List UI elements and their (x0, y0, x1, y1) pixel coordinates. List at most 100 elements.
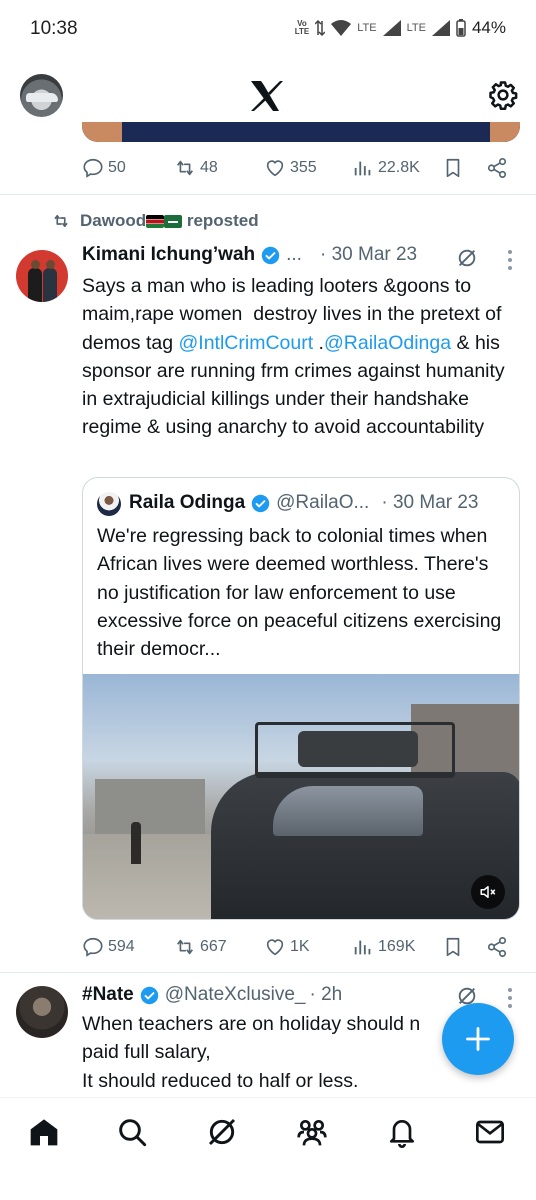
raila-avatar[interactable] (97, 492, 121, 516)
bookmark-button[interactable] (442, 934, 464, 960)
share-button[interactable] (486, 155, 508, 181)
volte-indicator: Vo LTE (294, 19, 310, 36)
reposted-by-line: Dawood reposted (80, 211, 259, 231)
data-arrows-icon (315, 20, 326, 36)
bottom-navigation (0, 1097, 536, 1167)
like-button[interactable]: 355 (264, 155, 317, 181)
views-button[interactable]: 169K (352, 934, 415, 960)
tweet-header: Kimani Ichung’wah ... · 30 Mar 23 (82, 244, 417, 266)
previous-tweet-actions: 50 48 355 22.8K (0, 155, 536, 181)
repost-count: 667 (200, 938, 227, 955)
views-button[interactable]: 22.8K (352, 155, 420, 181)
share-button[interactable] (486, 934, 508, 960)
verified-badge-icon (251, 494, 270, 512)
nav-messages[interactable] (474, 1116, 506, 1148)
status-bar: 10:38 Vo LTE LTE LTE 44% (0, 0, 536, 60)
views-icon (354, 161, 371, 176)
mention-link[interactable]: @IntlCrimCourt (178, 332, 313, 354)
notifications-icon (390, 1120, 414, 1148)
quote-time[interactable]: · 30 Mar 23 (381, 492, 478, 514)
mention-link[interactable]: @RailaOdinga (324, 332, 451, 354)
messages-icon (476, 1120, 504, 1144)
compose-button[interactable] (442, 1003, 514, 1075)
battery-percent: 44% (471, 18, 506, 37)
nav-home[interactable] (28, 1116, 60, 1148)
x-logo-icon[interactable] (250, 80, 284, 112)
kimani-avatar[interactable] (16, 250, 68, 302)
divider (0, 194, 536, 195)
nav-search[interactable] (116, 1116, 148, 1148)
views-count: 169K (378, 938, 416, 955)
quote-text: We're regressing back to colonial times … (97, 525, 507, 661)
bookmark-icon (446, 158, 460, 178)
repost-count: 48 (200, 159, 218, 176)
author-name[interactable]: Kimani Ichung’wah (82, 244, 255, 266)
quote-author-handle[interactable]: @RailaO... (276, 492, 369, 514)
verified-badge-icon (140, 986, 158, 1004)
author-handle[interactable]: @NateXclusive_ (165, 984, 306, 1006)
tweet-text[interactable]: Says a man who is leading looters &goons… (82, 272, 522, 442)
views-count: 22.8K (378, 159, 420, 176)
profile-avatar[interactable] (20, 74, 63, 117)
reply-button[interactable]: 594 (82, 934, 135, 960)
like-count: 1K (290, 938, 310, 955)
status-time: 10:38 (30, 18, 78, 39)
tweet-time[interactable]: · 30 Mar 23 (320, 244, 417, 266)
tweet-header: #Nate @NateXclusive_ · 2h (82, 984, 342, 1006)
share-icon (487, 937, 507, 957)
signal-icon-2 (431, 20, 450, 36)
repost-icon (177, 160, 193, 176)
like-button[interactable]: 1K (264, 934, 310, 960)
plus-icon (466, 1027, 490, 1051)
tweet-text-part: . (313, 331, 324, 354)
author-name[interactable]: #Nate (82, 984, 134, 1006)
search-icon (119, 1119, 147, 1147)
heart-icon (266, 939, 284, 956)
signal-icon-1 (382, 20, 401, 36)
repost-attribution[interactable]: Dawood reposted (52, 208, 259, 234)
quoted-tweet[interactable]: Raila Odinga @RailaO... · 30 Mar 23 We'r… (82, 477, 520, 920)
nav-notifications[interactable] (386, 1116, 418, 1148)
lte-label-2: LTE (406, 22, 426, 34)
reply-count: 50 (108, 159, 126, 176)
nav-grok[interactable] (206, 1116, 238, 1148)
home-icon (30, 1119, 58, 1146)
grok-icon[interactable] (456, 247, 478, 269)
mute-button[interactable] (471, 875, 505, 909)
battery-icon (456, 19, 466, 37)
author-handle[interactable]: ... (286, 244, 302, 266)
quote-header: Raila Odinga @RailaO... · 30 Mar 23 (129, 492, 479, 514)
more-options-icon[interactable] (507, 249, 513, 271)
repost-button[interactable]: 667 (174, 934, 227, 960)
nav-communities[interactable] (296, 1116, 328, 1148)
quote-author-name[interactable]: Raila Odinga (129, 492, 245, 514)
communities-icon (297, 1120, 327, 1146)
bookmark-icon (446, 937, 460, 957)
tweet-time[interactable]: · 2h (310, 984, 343, 1006)
repost-button[interactable]: 48 (174, 155, 218, 181)
bookmark-button[interactable] (442, 155, 464, 181)
nate-avatar[interactable] (16, 986, 68, 1038)
kenya-flag-icon (146, 215, 165, 229)
reply-count: 594 (108, 938, 135, 955)
saudi-flag-icon (164, 215, 183, 229)
reply-button[interactable]: 50 (82, 155, 126, 181)
more-options-icon[interactable] (507, 987, 513, 1009)
heart-icon (266, 160, 284, 177)
reply-icon (83, 937, 103, 957)
repost-icon (177, 939, 193, 955)
gear-icon[interactable] (488, 80, 518, 110)
like-count: 355 (290, 159, 317, 176)
divider (0, 972, 536, 973)
wifi-icon (331, 20, 352, 36)
lte-label-1: LTE (357, 22, 377, 34)
quote-video[interactable] (83, 674, 519, 919)
previous-tweet-media[interactable] (82, 122, 520, 142)
reposter-name: Dawood (80, 211, 147, 230)
tweet-actions: 594 667 1K 169K (0, 934, 536, 960)
views-icon (354, 940, 371, 955)
muted-speaker-icon (480, 886, 496, 898)
status-icons: Vo LTE LTE LTE 44% (295, 18, 506, 38)
share-icon (487, 158, 507, 178)
reply-icon (83, 158, 103, 178)
